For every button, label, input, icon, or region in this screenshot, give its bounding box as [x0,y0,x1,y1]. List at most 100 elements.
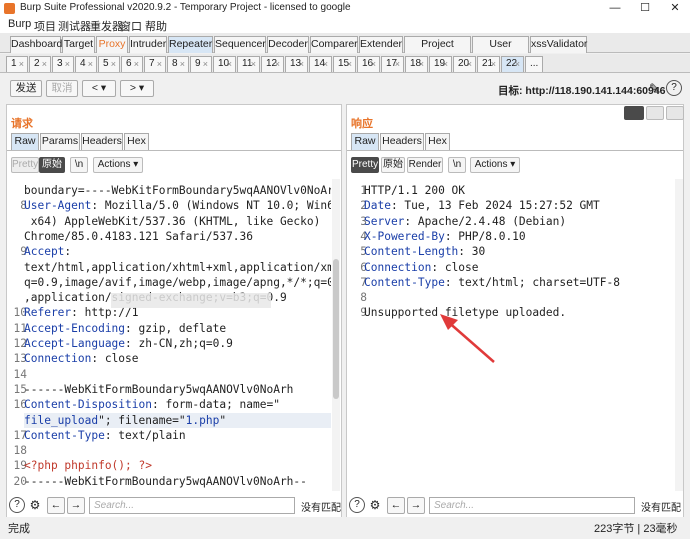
tab-raw[interactable]: Raw [351,133,379,150]
tab-target[interactable]: Target [62,36,95,53]
newline-toggle[interactable]: \n [70,157,88,173]
search-input[interactable]: Search... [429,497,635,514]
close-tab-icon[interactable]: × [491,57,496,71]
close-tab-icon[interactable]: × [251,57,256,71]
raw-toggle[interactable]: 原始 [39,157,65,173]
repeater-tab[interactable]: 6 × [121,56,143,72]
tab-comparer[interactable]: Comparer [310,36,358,53]
repeater-tab[interactable]: 22 × [501,56,524,72]
close-tab-icon[interactable]: × [443,57,448,71]
close-tab-icon[interactable]: × [42,57,47,71]
menu-window[interactable]: 窗口 [120,18,142,34]
pretty-toggle[interactable]: Pretty [11,157,39,173]
tab-headers[interactable]: Headers [81,133,123,150]
gear-icon[interactable]: ⚙ [27,497,43,513]
next-match-button[interactable]: → [407,497,425,514]
layout-stacked-icon[interactable] [646,106,664,120]
repeater-tab[interactable]: 7 × [144,56,166,72]
tab-decoder[interactable]: Decoder [267,36,309,53]
close-tab-icon[interactable]: × [88,57,93,71]
tab-extender[interactable]: Extender [359,36,403,53]
repeater-tab[interactable]: 2 × [29,56,51,72]
repeater-tab[interactable]: 8 × [167,56,189,72]
repeater-tab[interactable]: 12 × [261,56,284,72]
close-tab-icon[interactable]: × [180,57,185,71]
tab-repeater[interactable]: Repeater [168,36,213,53]
close-tab-icon[interactable]: × [515,57,520,71]
close-tab-icon[interactable]: × [157,57,162,71]
help-icon[interactable]: ? [349,497,365,513]
repeater-tab[interactable]: 11 × [237,56,260,72]
help-icon[interactable]: ? [9,497,25,513]
close-tab-icon[interactable]: × [347,57,352,71]
prev-match-button[interactable]: ← [47,497,65,514]
close-tab-icon[interactable]: × [419,57,424,71]
next-match-button[interactable]: → [67,497,85,514]
actions-dropdown[interactable]: Actions ▾ [470,157,520,173]
close-tab-icon[interactable]: × [203,57,208,71]
tab-hex[interactable]: Hex [425,133,450,150]
close-tab-icon[interactable]: × [275,57,280,71]
menu-help[interactable]: 帮助 [145,18,167,34]
menu-burp[interactable]: Burp [8,18,31,30]
minimize-icon[interactable]: — [600,0,630,17]
close-tab-icon[interactable]: × [467,57,472,71]
repeater-tab[interactable]: 16 × [357,56,380,72]
close-tab-icon[interactable]: × [371,57,376,71]
response-editor[interactable]: 1 HTTP/1.1 200 OK 2 Date: Tue, 13 Feb 2024 … [347,179,673,491]
repeater-tab[interactable]: 15 × [333,56,356,72]
actions-dropdown[interactable]: Actions ▾ [93,157,143,173]
help-icon[interactable]: ? [666,80,682,96]
request-scrollbar[interactable] [332,179,340,491]
tab-intruder[interactable]: Intruder [129,36,167,53]
repeater-tab[interactable]: 1 × [6,56,28,72]
repeater-tab[interactable]: 5 × [98,56,120,72]
tab-xssvalidator[interactable]: xssValidator [530,36,587,53]
layout-tabs-icon[interactable] [666,106,684,120]
tab-raw[interactable]: Raw [11,133,39,150]
repeater-tab[interactable]: 13 × [285,56,308,72]
close-tab-icon[interactable]: × [111,57,116,71]
repeater-tab[interactable]: 3 × [52,56,74,72]
tab-hex[interactable]: Hex [124,133,149,150]
forward-button[interactable]: > ▾ [120,80,154,97]
render-toggle[interactable]: Render [407,157,443,173]
tab-project-options[interactable]: Project options [404,36,471,65]
close-tab-icon[interactable]: × [134,57,139,71]
cancel-button[interactable]: 取消 [46,80,78,97]
edit-target-icon[interactable]: ✎ [646,80,662,96]
repeater-tab[interactable]: 4 × [75,56,97,72]
menu-project[interactable]: 项目 [34,18,56,34]
close-tab-icon[interactable]: × [65,57,70,71]
close-tab-icon[interactable]: × [299,57,304,71]
menu-intruder[interactable]: 测试器 [58,18,91,34]
repeater-tab[interactable]: 10 × [213,56,236,72]
back-button[interactable]: < ▾ [82,80,116,97]
tab-proxy[interactable]: Proxy [96,36,128,53]
tab-headers[interactable]: Headers [380,133,424,150]
search-input[interactable]: Search... [89,497,295,514]
layout-split-icon[interactable] [624,106,644,120]
close-tab-icon[interactable]: × [19,57,24,71]
tab-sequencer[interactable]: Sequencer [214,36,266,53]
repeater-tab[interactable]: 20 × [453,56,476,72]
close-tab-icon[interactable]: × [323,57,328,71]
repeater-tab[interactable]: 14 × [309,56,332,72]
gear-icon[interactable]: ⚙ [367,497,383,513]
close-tab-icon[interactable]: × [227,57,232,71]
scrollbar-thumb[interactable] [333,259,339,399]
repeater-tab[interactable]: 21 × [477,56,500,72]
newline-toggle[interactable]: \n [448,157,466,173]
raw-toggle[interactable]: 原始 [381,157,405,173]
request-editor[interactable]: boundary=----WebKitFormBoundary5wqAANOVl… [7,179,331,491]
tab-user-options[interactable]: User options [472,36,529,65]
menu-repeater[interactable]: 重发器 [90,18,123,34]
close-icon[interactable]: ✕ [660,0,690,17]
close-tab-icon[interactable]: × [395,57,400,71]
send-button[interactable]: 发送 [10,80,42,97]
pretty-toggle[interactable]: Pretty [351,157,379,173]
tab-dashboard[interactable]: Dashboard [10,36,62,53]
repeater-tab[interactable]: ... [525,56,543,72]
repeater-tab[interactable]: 18 × [405,56,428,72]
response-scrollbar[interactable] [675,179,683,491]
